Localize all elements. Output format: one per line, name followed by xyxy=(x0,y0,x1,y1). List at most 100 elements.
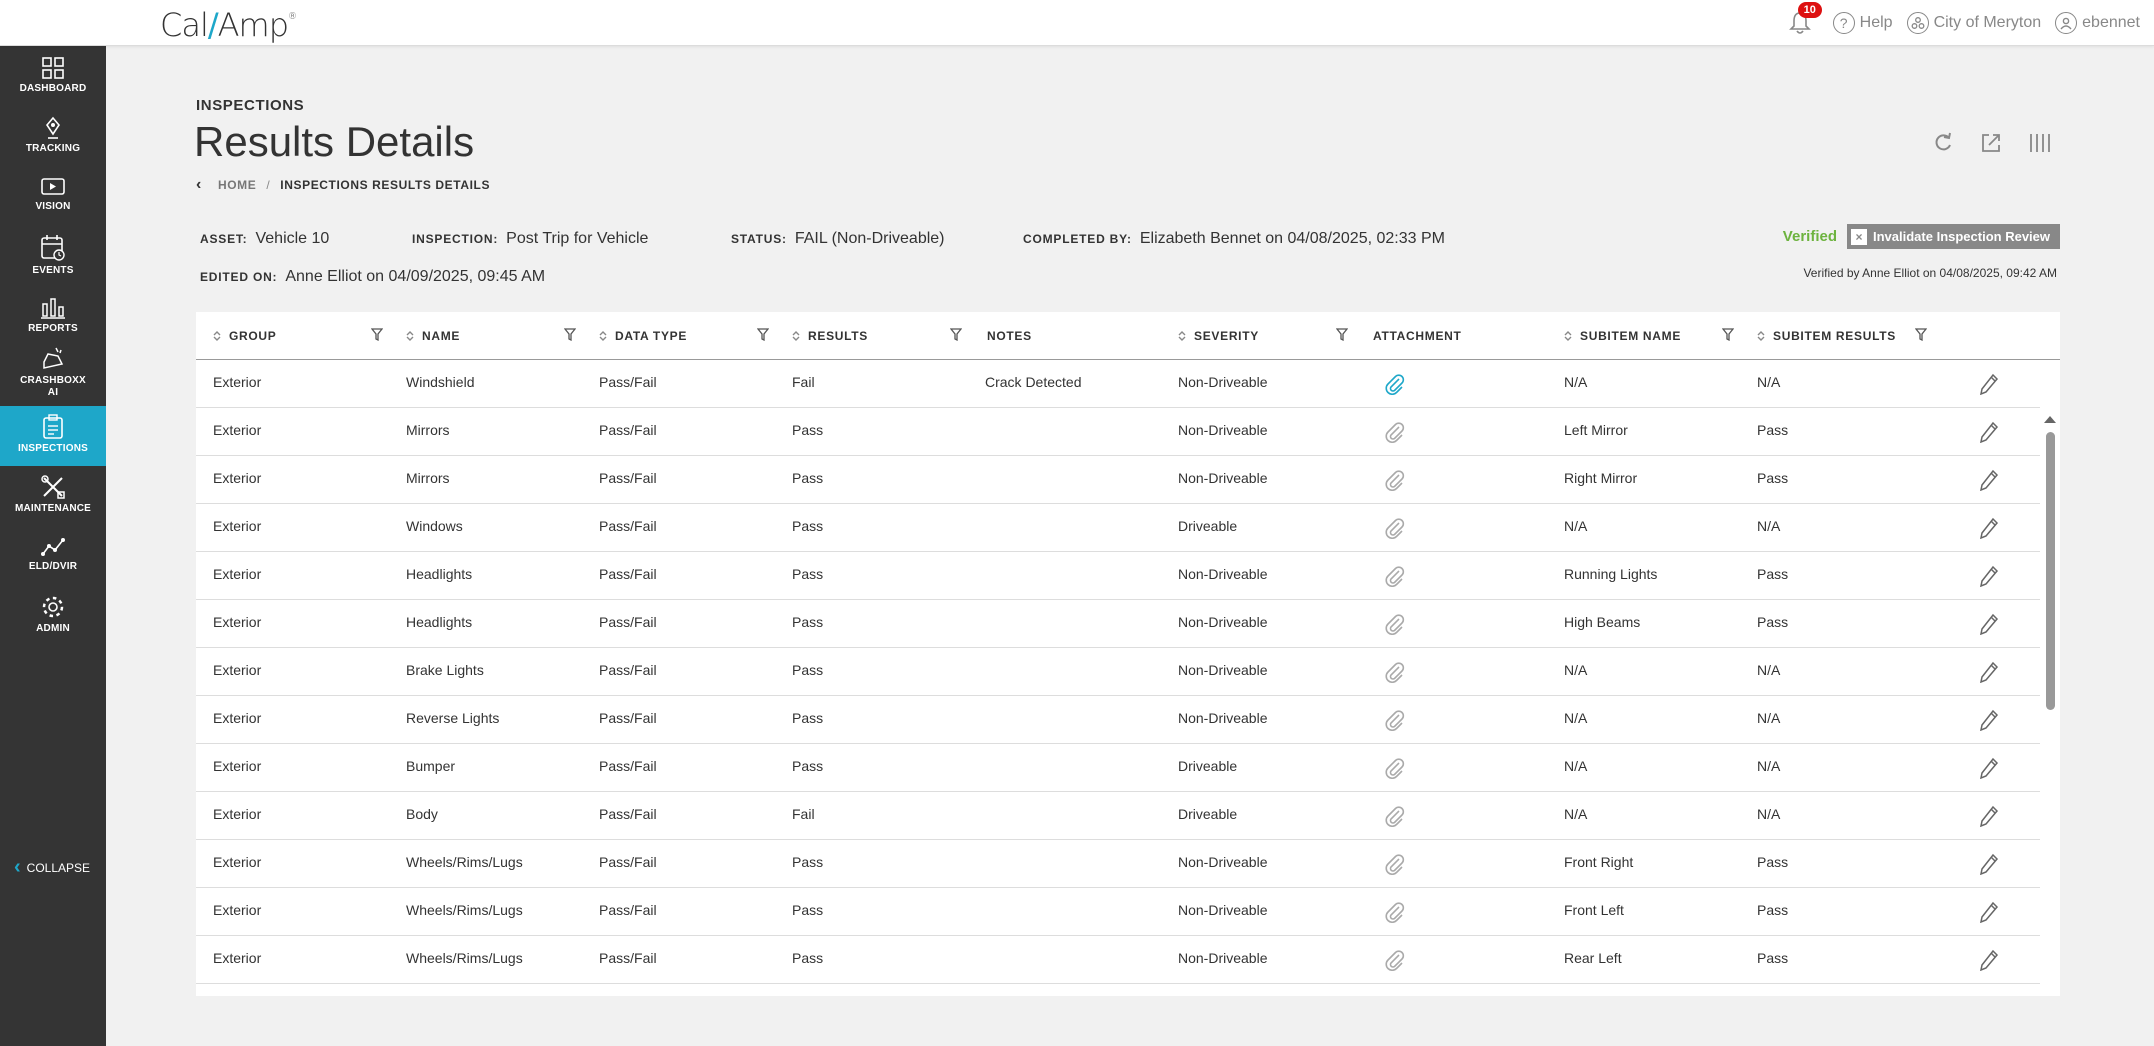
sort-icon[interactable] xyxy=(599,330,607,342)
cell-result: Pass xyxy=(792,518,824,534)
sidebar: DASHBOARD TRACKING VISION EVENTS REPORTS… xyxy=(0,46,106,1046)
table-row[interactable]: Exterior Wheels/Rims/Lugs Pass/Fail Pass Non… xyxy=(196,936,2040,984)
column-header-results[interactable]: RESULTS xyxy=(792,312,982,360)
filter-icon[interactable] xyxy=(756,328,770,344)
paperclip-icon[interactable] xyxy=(1384,757,1406,782)
scroll-thumb[interactable] xyxy=(2046,432,2055,710)
sidebar-item-reports[interactable]: REPORTS xyxy=(0,296,106,352)
columns-icon[interactable] xyxy=(2028,132,2052,154)
sort-icon[interactable] xyxy=(213,330,221,342)
user-menu[interactable]: ebennet xyxy=(2055,12,2140,34)
edit-pencil-icon[interactable] xyxy=(1979,565,1999,590)
edit-pencil-icon[interactable] xyxy=(1979,805,1999,830)
column-header-notes[interactable]: NOTES xyxy=(987,312,1177,360)
cell-severity: Non-Driveable xyxy=(1178,470,1268,486)
sidebar-item-inspections[interactable]: INSPECTIONS xyxy=(0,406,106,466)
column-header-group[interactable]: GROUP xyxy=(213,312,403,360)
column-header-attachment[interactable]: ATTACHMENT xyxy=(1373,312,1563,360)
scroll-up-icon[interactable] xyxy=(2044,416,2056,423)
column-header-name[interactable]: NAME xyxy=(406,312,596,360)
edit-pencil-icon[interactable] xyxy=(1979,853,1999,878)
edit-pencil-icon[interactable] xyxy=(1979,373,1999,398)
paperclip-icon[interactable] xyxy=(1384,517,1406,542)
column-header-subitem-results[interactable]: SUBITEM RESULTS xyxy=(1757,312,1947,360)
edit-pencil-icon[interactable] xyxy=(1979,469,1999,494)
paperclip-icon[interactable] xyxy=(1384,373,1406,398)
edit-pencil-icon[interactable] xyxy=(1979,421,1999,446)
sort-icon[interactable] xyxy=(1564,330,1572,342)
sidebar-item-dashboard[interactable]: DASHBOARD xyxy=(0,54,106,104)
paperclip-icon[interactable] xyxy=(1384,421,1406,446)
calamp-logo[interactable]: Cal/Amp® xyxy=(160,6,297,44)
filter-icon[interactable] xyxy=(1335,328,1349,344)
paperclip-icon[interactable] xyxy=(1384,853,1406,878)
table-row[interactable]: Exterior Brake Lights Pass/Fail Pass Non-Dri… xyxy=(196,648,2040,696)
table-row[interactable]: Exterior Mirrors Pass/Fail Pass Non-Driveabl… xyxy=(196,408,2040,456)
edit-pencil-icon[interactable] xyxy=(1979,757,1999,782)
invalidate-review-button[interactable]: × Invalidate Inspection Review xyxy=(1847,224,2060,249)
cell-type: Pass/Fail xyxy=(599,710,657,726)
sidebar-item-admin[interactable]: ADMIN xyxy=(0,594,106,650)
cell-subitem-name: N/A xyxy=(1564,758,1588,774)
table-row[interactable]: Exterior Windows Pass/Fail Pass Driveable N/A… xyxy=(196,504,2040,552)
cell-group: Exterior xyxy=(213,470,262,486)
paperclip-icon[interactable] xyxy=(1384,469,1406,494)
paperclip-icon[interactable] xyxy=(1384,709,1406,734)
sort-icon[interactable] xyxy=(792,330,800,342)
edit-pencil-icon[interactable] xyxy=(1979,613,1999,638)
export-icon[interactable] xyxy=(1980,132,2002,154)
column-header-subitem-name[interactable]: SUBITEM NAME xyxy=(1564,312,1754,360)
sort-icon[interactable] xyxy=(1757,330,1765,342)
sidebar-item-maintenance[interactable]: MAINTENANCE xyxy=(0,474,106,528)
table-row[interactable]: Exterior Wheels/Rims/Lugs Pass/Fail Pass Non… xyxy=(196,888,2040,936)
sidebar-item-events[interactable]: EVENTS xyxy=(0,234,106,290)
paperclip-icon[interactable] xyxy=(1384,901,1406,926)
back-chevron-icon[interactable]: ‹ xyxy=(196,176,202,194)
edit-pencil-icon[interactable] xyxy=(1979,901,1999,926)
filter-icon[interactable] xyxy=(1721,328,1735,344)
breadcrumb-home[interactable]: HOME xyxy=(218,178,256,192)
paperclip-icon[interactable] xyxy=(1384,565,1406,590)
sidebar-item-crashboxx-ai[interactable]: CRASHBOXX AI xyxy=(0,346,106,402)
table-row[interactable]: Exterior Body Pass/Fail Fail Driveable N/A N/A xyxy=(196,792,2040,840)
edit-pencil-icon[interactable] xyxy=(1979,517,1999,542)
paperclip-icon[interactable] xyxy=(1384,613,1406,638)
scrollbar[interactable] xyxy=(2042,360,2060,996)
org-selector[interactable]: City of Meryton xyxy=(1906,12,2041,34)
table-row[interactable]: Exterior Wheels/Rims/Lugs Pass/Fail Pass Non… xyxy=(196,840,2040,888)
sidebar-item-eld-dvir[interactable]: ELD/DVIR xyxy=(0,536,106,586)
help-link[interactable]: ? Help xyxy=(1832,12,1893,34)
table-row[interactable]: Exterior Reverse Lights Pass/Fail Pass Non-D… xyxy=(196,696,2040,744)
asset-info: ASSET: Vehicle 10 xyxy=(200,230,330,247)
refresh-icon[interactable] xyxy=(1932,132,1954,154)
table-row[interactable]: Exterior Headlights Pass/Fail Pass Non-Drive… xyxy=(196,600,2040,648)
cell-group: Exterior xyxy=(213,806,262,822)
notifications-bell-icon[interactable]: 10 xyxy=(1788,2,1822,35)
cell-subitem-results: Pass xyxy=(1757,422,1789,438)
cell-result: Pass xyxy=(792,614,824,630)
sort-icon[interactable] xyxy=(406,330,414,342)
table-row[interactable]: Exterior Headlights Pass/Fail Pass Non-Drive… xyxy=(196,552,2040,600)
filter-icon[interactable] xyxy=(949,328,963,344)
collapse-button[interactable]: ‹ COLLAPSE xyxy=(14,856,90,879)
cell-severity: Driveable xyxy=(1178,758,1238,774)
edit-pencil-icon[interactable] xyxy=(1979,709,1999,734)
paperclip-icon[interactable] xyxy=(1384,661,1406,686)
sort-icon[interactable] xyxy=(1178,330,1186,342)
cell-subitem-results: Pass xyxy=(1757,854,1789,870)
sidebar-item-tracking[interactable]: TRACKING xyxy=(0,116,106,166)
filter-icon[interactable] xyxy=(563,328,577,344)
table-row[interactable]: Exterior Bumper Pass/Fail Pass Driveable N/A N… xyxy=(196,744,2040,792)
column-header-severity[interactable]: SEVERITY xyxy=(1178,312,1368,360)
table-row[interactable]: Exterior Mirrors Pass/Fail Pass Non-Driveabl… xyxy=(196,456,2040,504)
filter-icon[interactable] xyxy=(370,328,384,344)
filter-icon[interactable] xyxy=(1914,328,1928,344)
column-header-data-type[interactable]: DATA TYPE xyxy=(599,312,789,360)
paperclip-icon[interactable] xyxy=(1384,805,1406,830)
section-label: INSPECTIONS xyxy=(196,97,305,114)
edit-pencil-icon[interactable] xyxy=(1979,949,1999,974)
sidebar-item-vision[interactable]: VISION xyxy=(0,176,106,226)
table-row[interactable]: Exterior Windshield Pass/Fail Fail Crack Det… xyxy=(196,360,2040,408)
paperclip-icon[interactable] xyxy=(1384,949,1406,974)
edit-pencil-icon[interactable] xyxy=(1979,661,1999,686)
